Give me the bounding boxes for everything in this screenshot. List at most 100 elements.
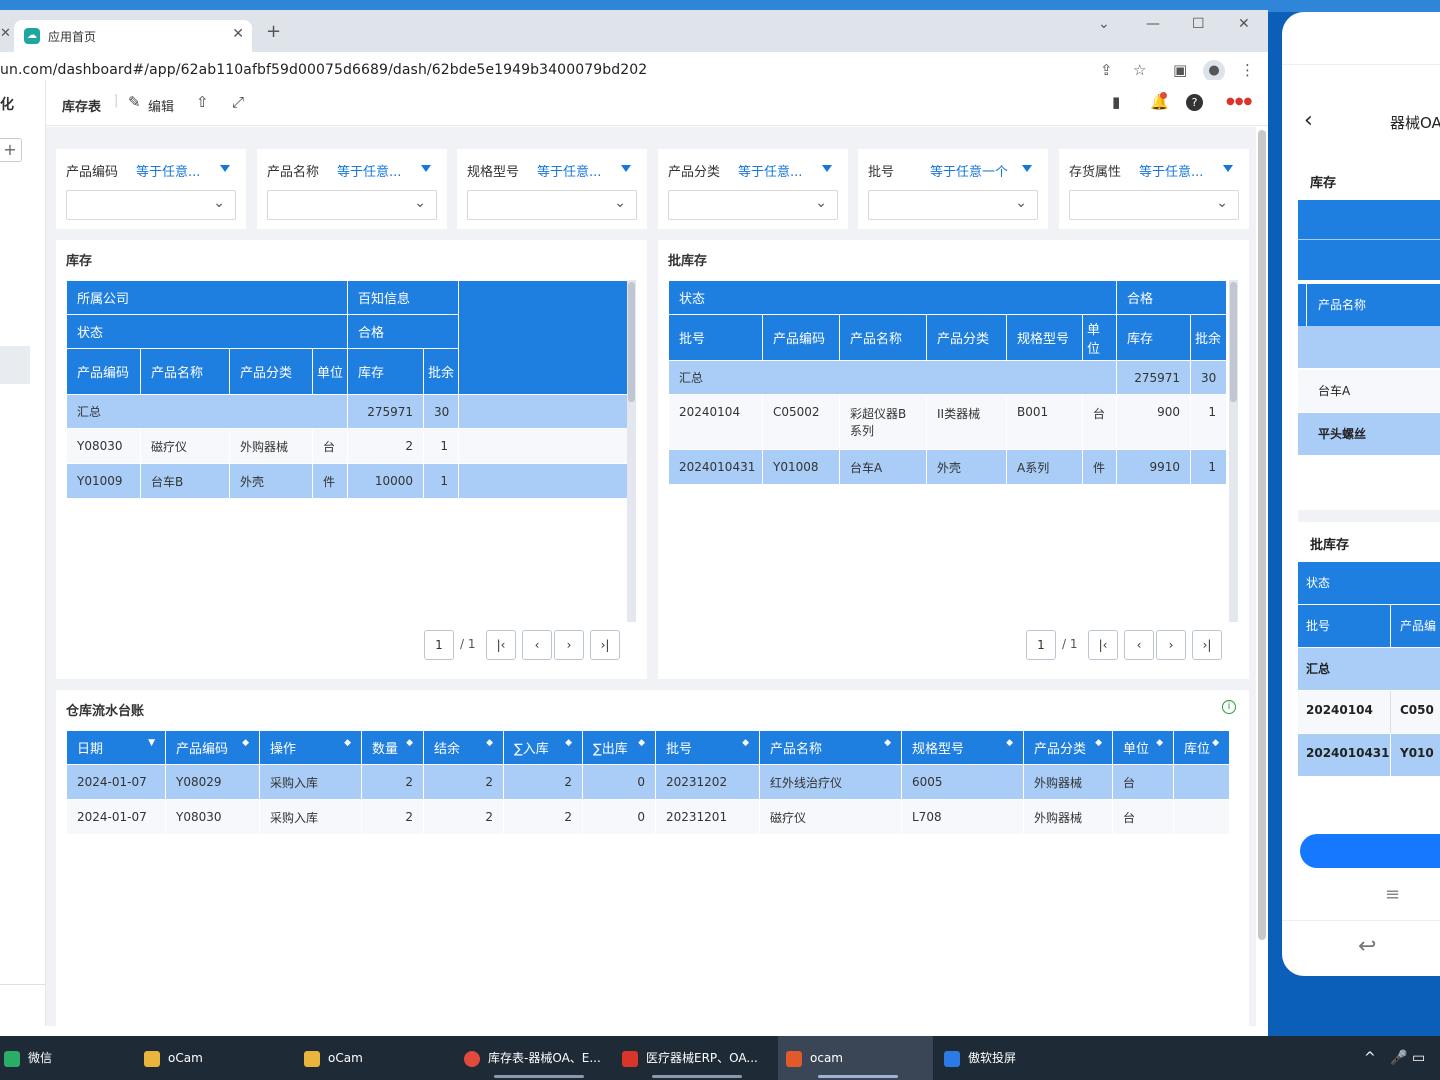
col-stock[interactable]: 库存 <box>1116 314 1192 361</box>
close-icon[interactable]: ✕ <box>0 26 11 41</box>
col-unit[interactable]: 单位 ◆ <box>1112 730 1174 765</box>
sort-icon[interactable]: ◆ <box>884 738 891 748</box>
filter-select[interactable]: ⌄ <box>66 190 236 220</box>
batch-table-scrollbar[interactable] <box>1229 280 1238 622</box>
new-tab-button[interactable]: + <box>266 23 281 41</box>
taskbar-item-wechat[interactable]: 微信 <box>0 1036 120 1080</box>
nav-item-selected[interactable] <box>0 346 30 384</box>
page-input[interactable]: 1 <box>424 630 454 660</box>
caret-down-icon[interactable] <box>421 165 431 172</box>
table-row[interactable]: Y08030 磁疗仪 外购器械台 2 1 <box>66 428 629 464</box>
tray-chevron-icon[interactable]: ^ <box>1364 1036 1376 1080</box>
col-batch-no[interactable]: 批号 <box>668 314 763 361</box>
prev-page-button[interactable]: ‹ <box>522 630 552 660</box>
sort-icon[interactable]: ◆ <box>242 738 249 748</box>
taskbar-item-wps[interactable]: 医疗器械ERP、OA... <box>622 1036 772 1080</box>
caret-down-icon[interactable] <box>822 165 832 172</box>
col-date[interactable]: 日期 ▼ <box>66 730 166 765</box>
edit-button[interactable]: 编辑 <box>148 96 174 115</box>
sort-icon[interactable]: ◆ <box>486 738 493 748</box>
caret-down-icon[interactable] <box>1223 165 1233 172</box>
list-item[interactable]: 平头螺丝 <box>1298 413 1440 455</box>
prev-page-button[interactable]: ‹ <box>1124 630 1154 660</box>
profile-avatar-icon[interactable]: ● <box>1203 60 1225 82</box>
col-product-name[interactable]: 产品名称 ◆ <box>759 730 902 765</box>
add-icon[interactable]: + <box>0 138 22 162</box>
document-icon[interactable]: ▮ <box>1112 93 1120 111</box>
col-product-name[interactable]: 产品名称 <box>839 314 927 361</box>
taskbar-item-chrome[interactable]: 库存表-器械OA、E... <box>464 1036 614 1080</box>
col-stock[interactable]: 库存 <box>347 348 425 395</box>
first-page-button[interactable]: |‹ <box>1088 630 1118 660</box>
col-balance[interactable]: 结余 ◆ <box>423 730 504 765</box>
table-row[interactable]: 20240104 C05002 彩超仪器B系列 II类器械 B001 台 900 1 <box>668 394 1228 450</box>
filter-operator[interactable]: 等于任意... <box>337 161 401 180</box>
col-operation[interactable]: 操作 ◆ <box>259 730 362 765</box>
next-page-button[interactable]: › <box>1156 630 1186 660</box>
sort-icon[interactable]: ◆ <box>1212 738 1219 748</box>
sort-caret-icon[interactable]: ▼ <box>148 738 155 748</box>
filter-select[interactable]: ⌄ <box>868 190 1038 220</box>
phone-col-header[interactable]: 产品名称 <box>1298 284 1440 326</box>
first-page-button[interactable]: |‹ <box>486 630 516 660</box>
taskbar-item-apowermirror[interactable]: 傲软投屏 <box>944 1036 1094 1080</box>
caret-down-icon[interactable] <box>220 165 230 172</box>
col-batch-no[interactable]: 批号 ◆ <box>655 730 760 765</box>
table-row[interactable]: Y01009 台车B 外壳件 10000 1 <box>66 463 629 499</box>
col-product-category[interactable]: 产品分类 <box>229 348 313 395</box>
col-unit[interactable]: 单位 <box>311 348 349 395</box>
filter-select[interactable]: ⌄ <box>668 190 838 220</box>
filter-operator[interactable]: 等于任意一个 <box>930 161 1008 180</box>
last-page-button[interactable]: ›| <box>590 630 620 660</box>
col-spec-model[interactable]: 规格型号 <box>1006 314 1083 361</box>
sort-icon[interactable]: ◆ <box>565 738 572 748</box>
phone-action-button[interactable] <box>1300 834 1440 868</box>
filter-select[interactable]: ⌄ <box>467 190 637 220</box>
table-row[interactable]: 2024-01-07 Y08030 采购入库 2 2 2 0 20231201 磁疗仪 L708 外… <box>66 799 1230 835</box>
bookmark-star-icon[interactable]: ☆ <box>1133 61 1146 79</box>
sort-icon[interactable]: ◆ <box>742 738 749 748</box>
sort-icon[interactable]: ◆ <box>1156 738 1163 748</box>
col-total-out[interactable]: ∑出库 ◆ <box>582 730 656 765</box>
col-batch-remaining[interactable]: 批余 <box>423 348 460 395</box>
col-total-in[interactable]: ∑入库 ◆ <box>503 730 583 765</box>
col-quantity[interactable]: 数量 ◆ <box>361 730 424 765</box>
more-menu-icon[interactable]: ⋮ <box>1240 61 1255 79</box>
help-icon[interactable]: ? <box>1186 94 1203 111</box>
sort-icon[interactable]: ◆ <box>406 738 413 748</box>
col-product-category[interactable]: 产品分类 ◆ <box>1023 730 1113 765</box>
back-arrow-icon[interactable]: ‹ <box>1304 108 1313 133</box>
taskbar-item-ocam-app[interactable]: ocam <box>778 1036 933 1080</box>
browser-tab-active[interactable]: ☁ 应用首页 ✕ <box>14 20 252 52</box>
menu-icon[interactable]: ≡ <box>1385 884 1400 905</box>
sort-icon[interactable]: ◆ <box>638 738 645 748</box>
sort-icon[interactable]: ◆ <box>1006 738 1013 748</box>
phone-col-code[interactable]: 产品编 <box>1400 617 1436 634</box>
table-row[interactable]: 2024-01-07 Y08029 采购入库 2 2 2 0 20231202 红外线治疗仪 60… <box>66 764 1230 800</box>
network-icon[interactable]: ▭ <box>1412 1036 1425 1080</box>
col-spec-model[interactable]: 规格型号 ◆ <box>901 730 1024 765</box>
col-product-code[interactable]: 产品编码 ◆ <box>165 730 260 765</box>
minimize-button[interactable]: — <box>1146 16 1160 32</box>
col-location[interactable]: 库位 ◆ <box>1173 730 1230 765</box>
fullscreen-icon[interactable]: ⤢ <box>232 93 244 111</box>
sort-icon[interactable]: ◆ <box>1095 738 1102 748</box>
maximize-button[interactable]: ☐ <box>1192 16 1205 32</box>
col-unit[interactable]: 单位 <box>1081 314 1118 361</box>
col-product-code[interactable]: 产品编码 <box>66 348 141 395</box>
share-export-icon[interactable]: ⇧ <box>196 93 209 111</box>
microphone-icon[interactable]: 🎤 <box>1390 1036 1407 1080</box>
filter-operator[interactable]: 等于任意... <box>537 161 601 180</box>
info-icon[interactable]: i <box>1222 700 1236 714</box>
filter-operator[interactable]: 等于任意... <box>1139 161 1203 180</box>
caret-down-icon[interactable] <box>1022 165 1032 172</box>
taskbar-item-ocam-1[interactable]: oCam <box>144 1036 294 1080</box>
list-item[interactable]: 2024010431 Y010 <box>1298 734 1440 776</box>
url-text[interactable]: un.com/dashboard#/app/62ab110afbf59d0007… <box>0 62 647 78</box>
tab-close-icon[interactable]: ✕ <box>232 26 244 42</box>
col-product-name[interactable]: 产品名称 <box>140 348 230 395</box>
stock-table-scrollbar[interactable] <box>627 280 636 622</box>
caret-down-icon[interactable] <box>621 165 631 172</box>
tab-search-chevron-icon[interactable]: ⌄ <box>1098 16 1110 32</box>
filter-select[interactable]: ⌄ <box>267 190 437 220</box>
